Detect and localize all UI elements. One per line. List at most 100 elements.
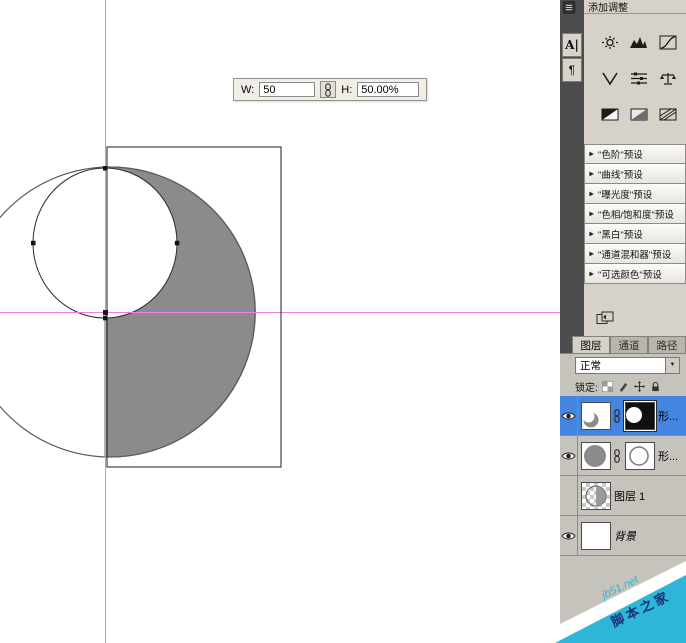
- height-label: H:: [341, 83, 353, 96]
- layer-name: 图层 1: [614, 490, 646, 503]
- adjustment-icon-row-3: [584, 106, 686, 122]
- character-panel-button[interactable]: A|: [562, 33, 582, 57]
- lock-position-icon[interactable]: [634, 380, 646, 392]
- layers-panel-body: 正常 ▼ 锁定: 形... 形... 图层 1 背景: [560, 353, 686, 643]
- paragraph-panel-button[interactable]: ¶: [562, 58, 582, 82]
- dropdown-arrow-icon: ▼: [665, 357, 679, 373]
- brightness-contrast-icon[interactable]: [599, 34, 621, 50]
- anchor-point-left[interactable]: [31, 240, 36, 246]
- preset-label: "色相/饱和度"预设: [598, 209, 674, 221]
- visibility-toggle[interactable]: [560, 516, 578, 555]
- lock-all-icon[interactable]: [650, 380, 662, 392]
- adjustment-icon-row-1: [584, 34, 686, 50]
- layer-row-layer-1[interactable]: 图层 1: [560, 476, 686, 516]
- layer-name: 形...: [658, 410, 679, 423]
- lock-pixels-icon[interactable]: [618, 380, 630, 392]
- adjustments-title: 添加调整: [588, 3, 628, 14]
- hue-saturation-icon[interactable]: [628, 70, 650, 86]
- tab-channels[interactable]: 通道: [610, 336, 648, 353]
- vector-mask-thumbnail[interactable]: [625, 441, 655, 470]
- expand-triangle-icon: ▶: [589, 189, 594, 197]
- expand-triangle-icon: ▶: [589, 150, 594, 158]
- height-input[interactable]: [357, 82, 420, 97]
- anchor-point-bottom[interactable]: [103, 315, 108, 321]
- layer-thumbnail[interactable]: [581, 401, 611, 430]
- layer-name: 形...: [658, 450, 679, 463]
- layer-name: 背景: [614, 530, 636, 543]
- expand-triangle-icon: ▶: [589, 169, 594, 177]
- panel-menu-icon[interactable]: [562, 1, 576, 14]
- blend-mode-value: 正常: [580, 359, 601, 372]
- chain-link-icon: [325, 82, 332, 97]
- levels-icon[interactable]: [628, 34, 650, 50]
- panel-view-toggle-icon[interactable]: [596, 310, 614, 326]
- expand-triangle-icon: ▶: [589, 249, 594, 257]
- vibrance-icon[interactable]: [599, 70, 621, 86]
- link-dimensions-button[interactable]: [320, 81, 337, 98]
- width-input[interactable]: [259, 82, 316, 97]
- preset-label: "通道混和器"预设: [598, 249, 672, 261]
- transform-reference-point[interactable]: [103, 310, 108, 315]
- layer-row-shape-2[interactable]: 形...: [560, 396, 686, 436]
- lock-label: 锁定:: [575, 382, 598, 394]
- eye-icon: [561, 412, 576, 419]
- tab-label: 路径: [656, 339, 678, 352]
- preset-label: "可选颜色"预设: [598, 269, 662, 281]
- anchor-point-top[interactable]: [103, 166, 108, 171]
- right-panel-area: A| ¶ 添加调整 ▶ "色阶"预设 ▶ "曲线"预设 ▶ "曝光度"预设 ▶ …: [560, 0, 686, 643]
- paragraph-panel-icon: ¶: [568, 63, 576, 77]
- preset-row-hue-saturation[interactable]: ▶ "色相/饱和度"预设: [584, 204, 686, 224]
- character-panel-icon: A|: [565, 38, 579, 52]
- channel-mixer-icon[interactable]: [657, 106, 679, 122]
- preset-row-exposure[interactable]: ▶ "曝光度"预设: [584, 184, 686, 204]
- expand-triangle-icon: ▶: [589, 229, 594, 237]
- preset-row-curves[interactable]: ▶ "曲线"预设: [584, 164, 686, 184]
- width-label: W:: [241, 83, 255, 96]
- layer-row-background[interactable]: 背景: [560, 516, 686, 556]
- vector-mask-thumbnail[interactable]: [625, 401, 655, 430]
- visibility-toggle[interactable]: [560, 436, 578, 475]
- eye-icon: [561, 532, 576, 539]
- preset-row-channel-mixer[interactable]: ▶ "通道混和器"预设: [584, 244, 686, 264]
- preset-label: "色阶"预设: [598, 150, 643, 161]
- blend-mode-row: 正常 ▼: [560, 354, 686, 376]
- tab-label: 图层: [580, 339, 602, 352]
- mask-link-icon[interactable]: [612, 408, 621, 423]
- color-balance-icon[interactable]: [657, 70, 679, 86]
- mask-link-icon[interactable]: [612, 448, 621, 463]
- preset-row-black-white[interactable]: ▶ "黑白"预设: [584, 224, 686, 244]
- preset-row-selective-color[interactable]: ▶ "可选颜色"预设: [584, 264, 686, 284]
- black-white-icon[interactable]: [599, 106, 621, 122]
- layer-row-shape-1[interactable]: 形...: [560, 436, 686, 476]
- visibility-toggle[interactable]: [560, 476, 578, 515]
- tab-paths[interactable]: 路径: [648, 336, 686, 353]
- adjustment-icon-row-2: [584, 70, 686, 86]
- layer-thumbnail[interactable]: [581, 441, 611, 470]
- tab-label: 通道: [618, 339, 640, 352]
- adjustments-panel: ▶ "色阶"预设 ▶ "曲线"预设 ▶ "曝光度"预设 ▶ "色相/饱和度"预设…: [584, 14, 686, 336]
- expand-triangle-icon: ▶: [589, 209, 594, 217]
- expand-triangle-icon: ▶: [589, 269, 594, 277]
- lock-transparency-icon[interactable]: [602, 380, 614, 392]
- layer-thumbnail[interactable]: [581, 481, 611, 510]
- curves-icon[interactable]: [657, 34, 679, 50]
- transform-options-bar: W: H:: [233, 78, 428, 101]
- preset-row-levels[interactable]: ▶ "色阶"预设: [584, 144, 686, 164]
- anchor-point-right[interactable]: [174, 240, 180, 246]
- preset-label: "曝光度"预设: [598, 189, 653, 201]
- eye-icon: [561, 452, 576, 459]
- preset-list: ▶ "色阶"预设 ▶ "曲线"预设 ▶ "曝光度"预设 ▶ "色相/饱和度"预设…: [584, 144, 686, 284]
- adjustments-panel-header: 添加调整: [584, 0, 686, 14]
- photo-filter-icon[interactable]: [628, 106, 650, 122]
- preset-label: "曲线"预设: [598, 169, 643, 181]
- panel-dock: A| ¶: [560, 0, 584, 336]
- layers-panel: 图层 通道 路径 正常 ▼ 锁定: 形... 形... 图层 1 背景: [560, 336, 686, 643]
- layers-tab-bar: 图层 通道 路径: [560, 336, 686, 353]
- lock-row: 锁定:: [560, 376, 686, 396]
- photoshop-workspace: W: H: A| ¶: [0, 0, 686, 643]
- tab-layers[interactable]: 图层: [572, 336, 610, 353]
- preset-label: "黑白"预设: [598, 229, 643, 241]
- blend-mode-select[interactable]: 正常 ▼: [575, 356, 680, 374]
- layer-thumbnail[interactable]: [581, 521, 611, 550]
- visibility-toggle[interactable]: [560, 396, 578, 435]
